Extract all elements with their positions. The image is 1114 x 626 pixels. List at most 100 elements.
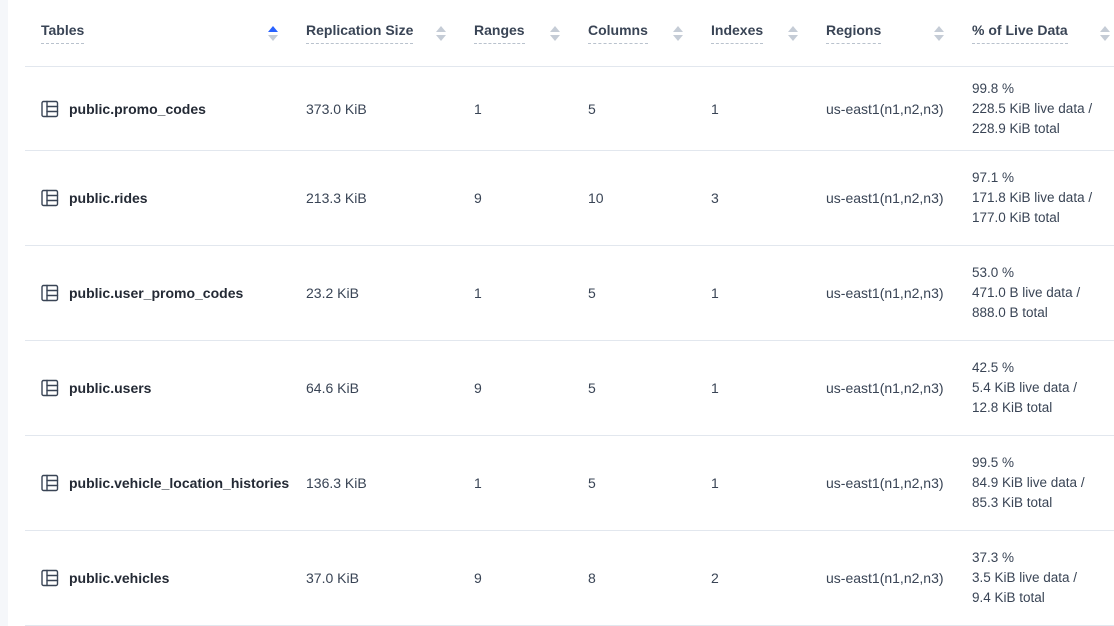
columns-cell: 5 [588, 101, 711, 117]
column-header-tables-label: Tables [41, 22, 84, 44]
columns-cell: 10 [588, 190, 711, 206]
column-header-regions-label: Regions [826, 22, 881, 44]
table-name-link[interactable]: public.users [69, 380, 151, 396]
column-header-indexes-label: Indexes [711, 22, 763, 44]
table-row: public.vehicles 37.0 KiB 9 8 2 us-east1(… [25, 531, 1114, 626]
live-data-amount: 3.5 KiB live data / [972, 568, 1114, 588]
live-data-cell: 99.5 % 84.9 KiB live data / 85.3 KiB tot… [972, 453, 1114, 513]
tables-list-card: Tables Replication Size Ranges Columns I… [8, 0, 1114, 626]
live-data-total: 9.4 KiB total [972, 588, 1114, 608]
live-data-cell: 42.5 % 5.4 KiB live data / 12.8 KiB tota… [972, 358, 1114, 418]
caret-down-icon [436, 35, 446, 41]
table-name-cell: public.rides [25, 188, 306, 208]
caret-down-icon [268, 35, 278, 41]
table-body: public.promo_codes 373.0 KiB 1 5 1 us-ea… [8, 67, 1114, 626]
table-name-link[interactable]: public.vehicles [69, 570, 169, 586]
column-header-columns-label: Columns [588, 22, 648, 44]
live-data-percent: 53.0 % [972, 263, 1114, 283]
live-data-total: 228.9 KiB total [972, 119, 1114, 139]
indexes-cell: 2 [711, 570, 826, 586]
ranges-cell: 1 [474, 101, 588, 117]
live-data-total: 177.0 KiB total [972, 208, 1114, 228]
sort-icon[interactable] [924, 26, 944, 41]
regions-cell: us-east1(n1,n2,n3) [826, 570, 972, 586]
live-data-percent: 97.1 % [972, 168, 1114, 188]
caret-down-icon [673, 35, 683, 41]
sort-icon[interactable] [540, 26, 560, 41]
caret-up-icon [268, 26, 278, 32]
column-header-tables[interactable]: Tables [25, 22, 306, 44]
table-name-cell: public.user_promo_codes [25, 283, 306, 303]
table-name-cell: public.users [25, 378, 306, 398]
caret-up-icon [1100, 26, 1110, 32]
column-header-live-data[interactable]: % of Live Data [972, 22, 1114, 44]
table-name-cell: public.vehicles [25, 568, 306, 588]
column-header-replication-size[interactable]: Replication Size [306, 22, 474, 44]
live-data-amount: 171.8 KiB live data / [972, 188, 1114, 208]
indexes-cell: 1 [711, 285, 826, 301]
table-icon [40, 188, 60, 208]
caret-down-icon [1100, 35, 1110, 41]
table-row: public.promo_codes 373.0 KiB 1 5 1 us-ea… [25, 67, 1114, 151]
caret-up-icon [673, 26, 683, 32]
columns-cell: 5 [588, 380, 711, 396]
live-data-amount: 471.0 B live data / [972, 283, 1114, 303]
regions-cell: us-east1(n1,n2,n3) [826, 285, 972, 301]
ranges-cell: 9 [474, 380, 588, 396]
caret-down-icon [934, 35, 944, 41]
live-data-percent: 37.3 % [972, 548, 1114, 568]
caret-down-icon [550, 35, 560, 41]
live-data-cell: 97.1 % 171.8 KiB live data / 177.0 KiB t… [972, 168, 1114, 228]
indexes-cell: 1 [711, 475, 826, 491]
table-row: public.rides 213.3 KiB 9 10 3 us-east1(n… [25, 151, 1114, 246]
table-icon [40, 473, 60, 493]
indexes-cell: 1 [711, 101, 826, 117]
ranges-cell: 1 [474, 475, 588, 491]
live-data-percent: 42.5 % [972, 358, 1114, 378]
column-header-live-data-label: % of Live Data [972, 22, 1068, 44]
live-data-cell: 37.3 % 3.5 KiB live data / 9.4 KiB total [972, 548, 1114, 608]
replication-size-cell: 23.2 KiB [306, 285, 474, 301]
table-name-link[interactable]: public.rides [69, 190, 148, 206]
table-name-link[interactable]: public.user_promo_codes [69, 285, 243, 301]
regions-cell: us-east1(n1,n2,n3) [826, 475, 972, 491]
live-data-cell: 53.0 % 471.0 B live data / 888.0 B total [972, 263, 1114, 323]
column-header-regions[interactable]: Regions [826, 22, 972, 44]
caret-up-icon [788, 26, 798, 32]
indexes-cell: 1 [711, 380, 826, 396]
sort-icon[interactable] [663, 26, 683, 41]
column-header-indexes[interactable]: Indexes [711, 22, 826, 44]
columns-cell: 8 [588, 570, 711, 586]
sort-icon[interactable] [1090, 26, 1110, 41]
replication-size-cell: 64.6 KiB [306, 380, 474, 396]
live-data-amount: 84.9 KiB live data / [972, 473, 1114, 493]
live-data-amount: 5.4 KiB live data / [972, 378, 1114, 398]
column-header-ranges-label: Ranges [474, 22, 525, 44]
table-name-link[interactable]: public.vehicle_location_histories [69, 475, 289, 491]
sort-icon[interactable] [426, 26, 446, 41]
table-icon [40, 99, 60, 119]
live-data-total: 85.3 KiB total [972, 493, 1114, 513]
table-icon [40, 568, 60, 588]
column-header-ranges[interactable]: Ranges [474, 22, 588, 44]
column-header-replication-size-label: Replication Size [306, 22, 413, 44]
regions-cell: us-east1(n1,n2,n3) [826, 101, 972, 117]
indexes-cell: 3 [711, 190, 826, 206]
sort-icon[interactable] [778, 26, 798, 41]
column-header-columns[interactable]: Columns [588, 22, 711, 44]
table-name-cell: public.promo_codes [25, 99, 306, 119]
table-row: public.users 64.6 KiB 9 5 1 us-east1(n1,… [25, 341, 1114, 436]
live-data-total: 12.8 KiB total [972, 398, 1114, 418]
table-name-link[interactable]: public.promo_codes [69, 101, 206, 117]
table-icon [40, 283, 60, 303]
sort-icon[interactable] [258, 26, 278, 41]
replication-size-cell: 37.0 KiB [306, 570, 474, 586]
table-row: public.vehicle_location_histories 136.3 … [25, 436, 1114, 531]
caret-up-icon [436, 26, 446, 32]
live-data-percent: 99.5 % [972, 453, 1114, 473]
table-icon [40, 378, 60, 398]
ranges-cell: 9 [474, 190, 588, 206]
live-data-total: 888.0 B total [972, 303, 1114, 323]
live-data-cell: 99.8 % 228.5 KiB live data / 228.9 KiB t… [972, 79, 1114, 139]
replication-size-cell: 373.0 KiB [306, 101, 474, 117]
